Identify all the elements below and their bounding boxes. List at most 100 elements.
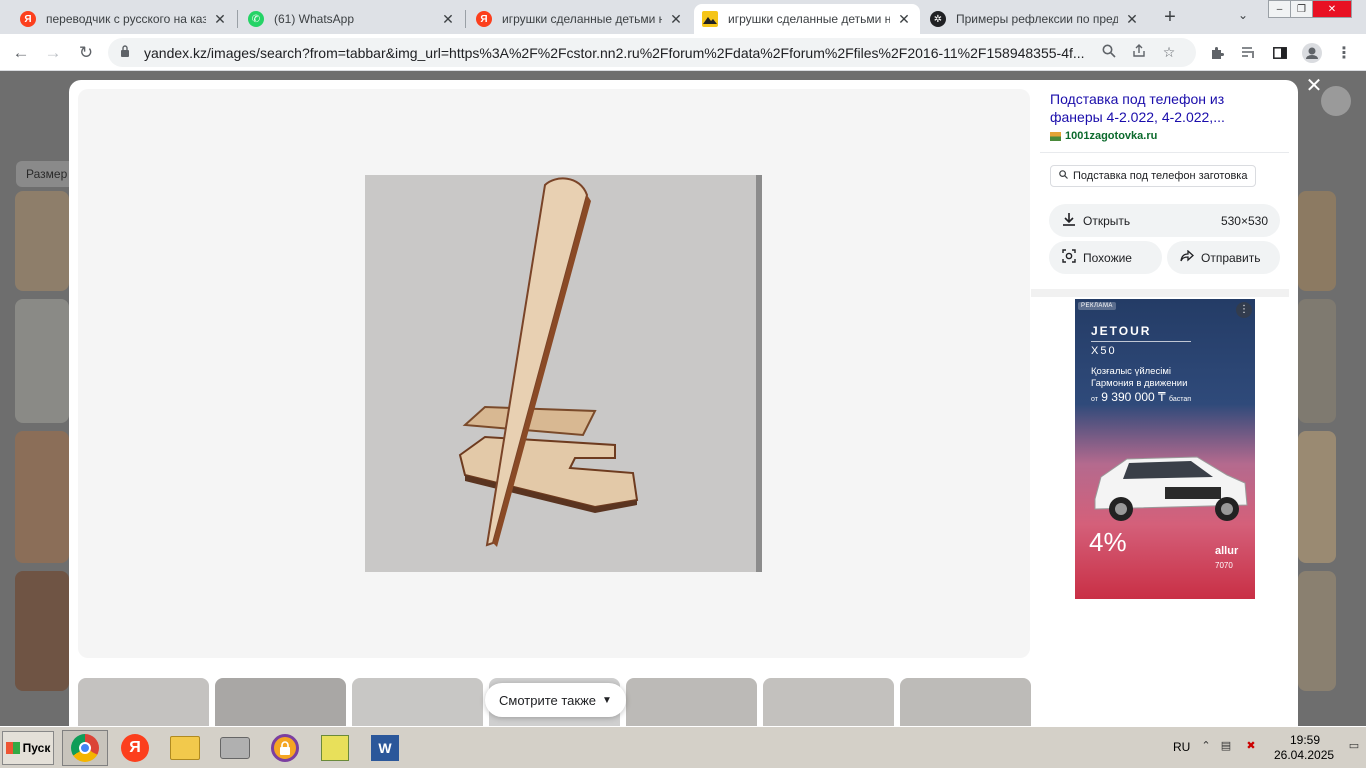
lock-app-icon — [271, 734, 299, 762]
ad-brand: JETOUR — [1091, 324, 1152, 338]
advertisement-banner[interactable]: РЕКЛАМА ⋮ JETOUR X50 Қозғалыс үйлесімі Г… — [1075, 299, 1255, 599]
user-avatar[interactable] — [1321, 86, 1351, 116]
image-info-panel: Подставка под телефон из фанеры 4-2.022,… — [1031, 89, 1289, 599]
similar-search-icon — [1061, 249, 1077, 266]
ad-car-image — [1094, 456, 1248, 521]
image-dimensions: 530×530 — [1220, 213, 1268, 228]
result-thumbnail[interactable] — [1298, 571, 1336, 691]
related-thumbnail[interactable] — [763, 678, 894, 726]
yandex-browser-icon: Я — [121, 734, 149, 762]
close-tab-icon[interactable]: ✕ — [440, 11, 456, 28]
lock-icon[interactable] — [120, 45, 134, 60]
menu-kebab-icon[interactable]: ⋮ — [1333, 43, 1355, 63]
chrome-icon — [71, 734, 99, 762]
tab-toys-images[interactable]: игрушки сделанные детьми на уроках ✕ — [694, 4, 920, 34]
open-button[interactable]: Открыть 530×530 — [1049, 204, 1280, 237]
start-button[interactable]: Пуск — [2, 731, 54, 765]
image-icon — [702, 11, 718, 27]
taskbar-chrome[interactable] — [62, 730, 108, 766]
share-button[interactable]: Отправить — [1167, 241, 1280, 274]
ad-label: РЕКЛАМА — [1078, 302, 1116, 310]
related-query-tag[interactable]: Подставка под телефон заготовка — [1050, 165, 1257, 187]
download-icon — [1061, 212, 1077, 229]
tab-search-chevron-icon[interactable]: ⌄ — [1238, 8, 1248, 22]
result-thumbnail[interactable] — [15, 299, 69, 423]
taskbar-yandex[interactable]: Я — [112, 730, 158, 766]
windows-logo-icon — [5, 742, 20, 754]
panel-separator — [1031, 289, 1289, 297]
extensions-puzzle-icon[interactable] — [1206, 43, 1228, 63]
bookmark-star-icon[interactable]: ☆ — [1154, 44, 1184, 61]
ad-menu-icon[interactable]: ⋮ — [1236, 302, 1252, 318]
clock-time[interactable]: 19:59 — [1290, 733, 1320, 747]
result-thumbnail[interactable] — [1298, 191, 1336, 291]
tab-translator[interactable]: Я переводчик с русского на казахский ✕ — [12, 4, 236, 34]
result-thumbnail[interactable] — [15, 191, 69, 291]
related-thumbnail[interactable] — [626, 678, 757, 726]
close-tab-icon[interactable]: ✕ — [1124, 11, 1140, 28]
browser-toolbar: ← → ↻ yandex.kz/images/search?from=tabba… — [0, 34, 1366, 71]
image-title-link[interactable]: Подставка под телефон из фанеры 4-2.022,… — [1040, 90, 1240, 126]
zoom-search-icon[interactable] — [1094, 44, 1124, 61]
image-viewer-area — [78, 89, 1030, 658]
taskbar-word[interactable]: W — [362, 730, 408, 766]
restore-icon[interactable]: ❐ — [1291, 1, 1313, 17]
network-disconnected-icon[interactable]: ✖ — [1244, 739, 1258, 755]
source-link[interactable]: 1001zagotovka.ru — [1040, 130, 1289, 142]
side-panel-icon[interactable] — [1269, 43, 1291, 63]
notepad-icon — [321, 735, 349, 761]
related-thumbnail[interactable] — [352, 678, 483, 726]
profile-avatar-icon[interactable] — [1301, 43, 1323, 63]
tab-separator — [237, 10, 238, 28]
tray-expand-icon[interactable]: ⌃ — [1199, 739, 1213, 755]
taskbar-lock-app[interactable] — [262, 730, 308, 766]
ad-slogan-ru: Гармония в движении — [1091, 378, 1188, 389]
close-tab-icon[interactable]: ✕ — [896, 11, 912, 28]
yandex-icon: Я — [476, 11, 492, 27]
language-indicator[interactable]: RU — [1173, 740, 1190, 754]
search-icon — [1059, 170, 1068, 182]
taskbar-explorer[interactable] — [162, 730, 208, 766]
notifications-icon[interactable]: ▭ — [1347, 739, 1361, 755]
tab-reflection[interactable]: ✲ Примеры рефлексии по предметам ✕ — [922, 4, 1148, 34]
reload-icon[interactable]: ↻ — [73, 40, 99, 66]
share-icon[interactable] — [1124, 44, 1154, 61]
tab-whatsapp[interactable]: ✆ (61) WhatsApp ✕ — [240, 4, 464, 34]
related-thumbnail[interactable] — [78, 678, 209, 726]
see-also-button[interactable]: Смотрите также ▼ — [485, 683, 626, 717]
taskbar-notepad[interactable] — [312, 730, 358, 766]
divider — [1040, 152, 1289, 153]
url-text: yandex.kz/images/search?from=tabbar&img_… — [144, 44, 1085, 61]
close-tab-icon[interactable]: ✕ — [212, 11, 228, 28]
tab-toys-1[interactable]: Я игрушки сделанные детьми на уроках ✕ — [468, 4, 692, 34]
tab-separator — [465, 10, 466, 28]
phone-stand-image[interactable] — [365, 175, 762, 572]
printer-icon — [220, 737, 250, 759]
address-bar[interactable]: yandex.kz/images/search?from=tabbar&img_… — [108, 38, 1196, 67]
clock-date[interactable]: 26.04.2025 — [1274, 748, 1334, 762]
result-thumbnail[interactable] — [15, 571, 69, 691]
clipboard-icon[interactable]: ▤ — [1219, 739, 1233, 755]
modal-close-icon[interactable]: ✕ — [1304, 76, 1324, 96]
similar-button[interactable]: Похожие — [1049, 241, 1162, 274]
info-card: Подставка под телефон из фанеры 4-2.022,… — [1040, 90, 1289, 187]
word-icon: W — [371, 735, 399, 761]
reading-list-icon[interactable] — [1238, 43, 1260, 63]
ad-dealer-logo: allur — [1215, 545, 1239, 557]
result-thumbnail[interactable] — [15, 431, 69, 563]
chevron-down-icon: ▼ — [602, 694, 612, 706]
taskbar-printer[interactable] — [212, 730, 258, 766]
folder-icon — [170, 736, 200, 760]
back-arrow-icon[interactable]: ← — [8, 40, 34, 66]
related-thumbnail[interactable] — [215, 678, 346, 726]
related-thumbnail[interactable] — [900, 678, 1031, 726]
close-tab-icon[interactable]: ✕ — [668, 11, 684, 28]
ad-model: X50 — [1091, 345, 1117, 357]
window-close-icon[interactable]: ✕ — [1313, 1, 1351, 17]
forward-arrow-icon[interactable]: → — [40, 40, 66, 66]
ad-slogan-kz: Қозғалыс үйлесімі — [1091, 366, 1171, 377]
new-tab-button[interactable]: + — [1158, 6, 1182, 29]
minimize-icon[interactable]: – — [1269, 1, 1291, 17]
result-thumbnail[interactable] — [1298, 431, 1336, 563]
result-thumbnail[interactable] — [1298, 299, 1336, 423]
